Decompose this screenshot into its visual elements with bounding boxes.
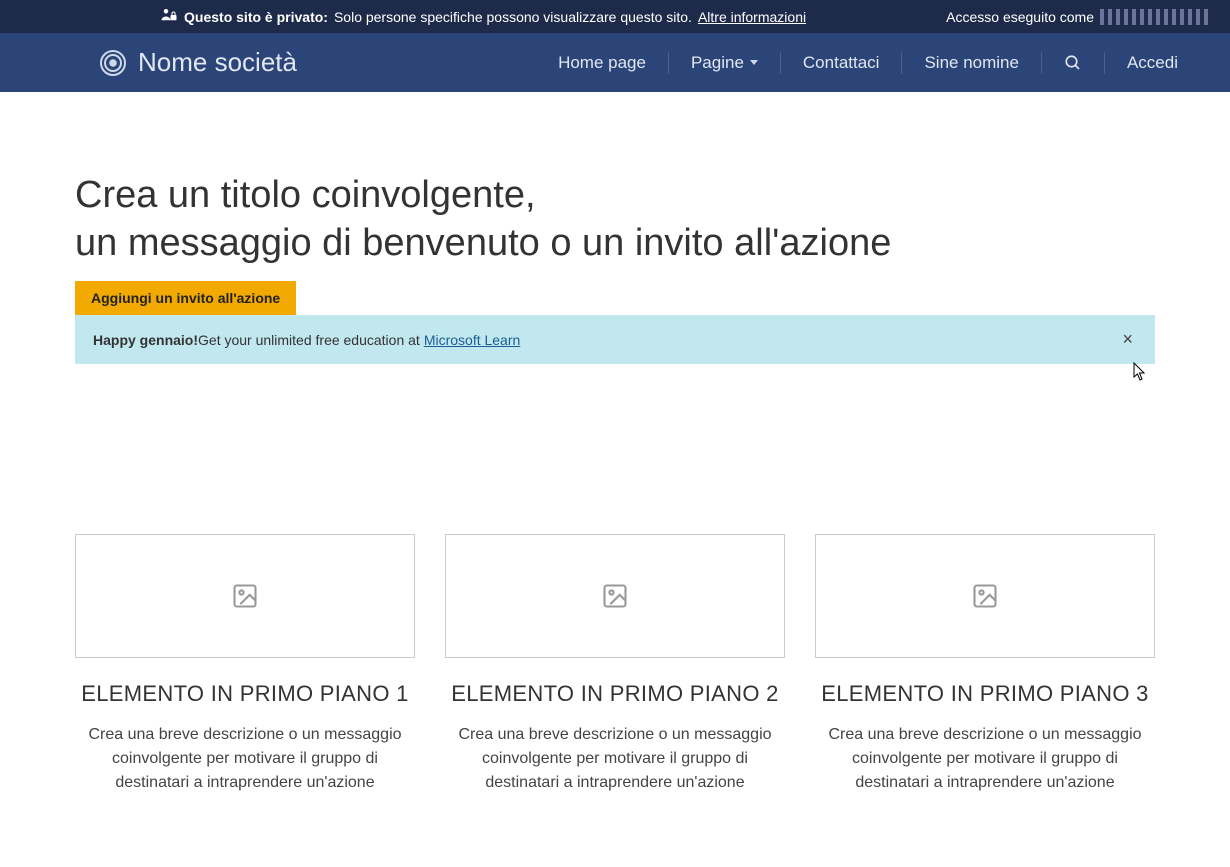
image-placeholder-icon (601, 582, 629, 610)
privacy-topbar: Questo sito è privato: Solo persone spec… (0, 0, 1230, 33)
image-placeholder-icon (231, 582, 259, 610)
chevron-down-icon (750, 60, 758, 65)
brand-name: Nome società (138, 47, 297, 78)
topbar-bold: Questo sito è privato: (184, 9, 328, 25)
banner-text: Get your unlimited free education at (198, 332, 420, 348)
feature-card-2: ELEMENTO IN PRIMO PIANO 2 Crea una breve… (445, 534, 785, 795)
brand-logo-icon (100, 50, 126, 76)
card-title: ELEMENTO IN PRIMO PIANO 3 (815, 680, 1155, 709)
info-banner: Happy gennaio! Get your unlimited free e… (75, 315, 1155, 364)
mouse-cursor-icon (1133, 362, 1147, 382)
image-placeholder-icon (971, 582, 999, 610)
card-image-placeholder[interactable] (815, 534, 1155, 658)
card-title: ELEMENTO IN PRIMO PIANO 2 (445, 680, 785, 709)
nav-search[interactable] (1042, 54, 1104, 72)
banner-link[interactable]: Microsoft Learn (424, 332, 520, 348)
main-content: Crea un titolo coinvolgente, un messaggi… (55, 92, 1175, 835)
hero-title: Crea un titolo coinvolgente, un messaggi… (75, 172, 1155, 267)
card-image-placeholder[interactable] (75, 534, 415, 658)
people-lock-icon (160, 6, 178, 27)
feature-cards: ELEMENTO IN PRIMO PIANO 1 Crea una breve… (75, 534, 1155, 795)
nav-pages[interactable]: Pagine (669, 53, 780, 73)
card-title: ELEMENTO IN PRIMO PIANO 1 (75, 680, 415, 709)
banner-bold: Happy gennaio! (93, 332, 198, 348)
nav-contact[interactable]: Contattaci (781, 53, 902, 73)
brand[interactable]: Nome società (100, 47, 297, 78)
card-description: Crea una breve descrizione o un messaggi… (75, 723, 415, 795)
feature-card-1: ELEMENTO IN PRIMO PIANO 1 Crea una breve… (75, 534, 415, 795)
search-icon (1064, 54, 1082, 72)
card-image-placeholder[interactable] (445, 534, 785, 658)
topbar-right: Accesso eseguito come (946, 9, 1210, 25)
topbar-left: Questo sito è privato: Solo persone spec… (20, 6, 946, 27)
topbar-more-info-link[interactable]: Altre informazioni (698, 9, 806, 25)
card-description: Crea una breve descrizione o un messaggi… (815, 723, 1155, 795)
topbar-text: Solo persone specifiche possono visualiz… (334, 9, 692, 25)
nav-sine-nomine[interactable]: Sine nomine (902, 53, 1041, 73)
navbar: Nome società Home page Pagine Contattaci… (0, 33, 1230, 92)
nav-home[interactable]: Home page (536, 53, 668, 73)
signed-in-user[interactable] (1100, 9, 1210, 25)
banner-close-button[interactable]: × (1118, 329, 1137, 350)
nav-signin[interactable]: Accedi (1105, 53, 1200, 73)
add-cta-button[interactable]: Aggiungi un invito all'azione (75, 281, 296, 315)
signed-in-label: Accesso eseguito come (946, 9, 1094, 25)
card-description: Crea una breve descrizione o un messaggi… (445, 723, 785, 795)
feature-card-3: ELEMENTO IN PRIMO PIANO 3 Crea una breve… (815, 534, 1155, 795)
nav-items: Home page Pagine Contattaci Sine nomine … (536, 52, 1200, 74)
